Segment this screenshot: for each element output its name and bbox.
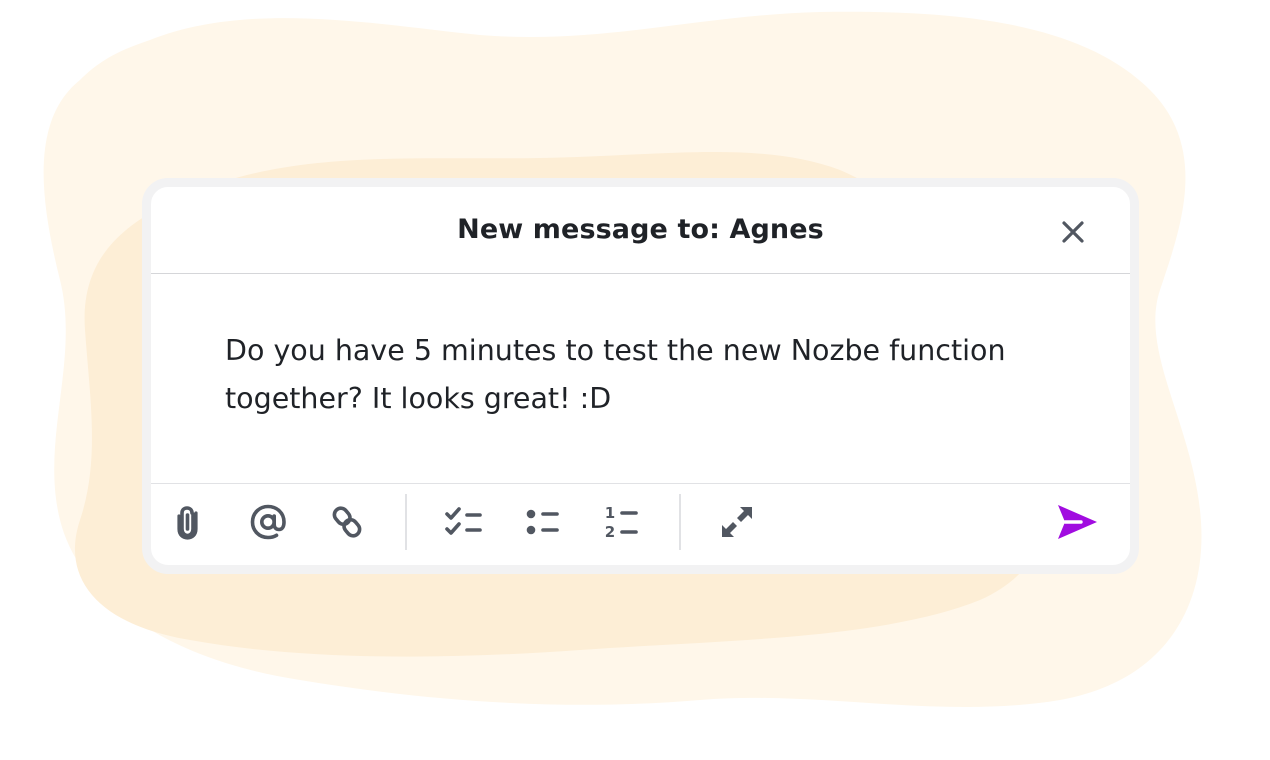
link-icon [332,506,362,538]
message-line-1: Do you have 5 minutes to test the new No… [225,334,1006,367]
toolbar-divider [679,494,681,550]
checklist-icon [445,507,482,535]
message-input[interactable]: Do you have 5 minutes to test the new No… [225,327,1070,423]
toolbar-divider [405,494,407,550]
bullet-list-button[interactable] [519,498,567,546]
numbered-list-numeral-1: 1 [605,504,615,522]
new-message-dialog: New message to: Agnes Do you have 5 minu… [142,178,1139,574]
send-button[interactable] [1052,497,1102,547]
expand-button[interactable] [713,498,761,546]
at-sign-icon [250,504,286,540]
bullet-list-icon [526,509,559,535]
attach-button[interactable] [165,498,213,546]
message-toolbar: 1 2 [151,483,1130,565]
paperclip-icon [177,506,198,540]
link-button[interactable] [323,498,371,546]
send-icon [1058,505,1097,539]
close-icon [1062,221,1084,243]
message-line-2: together? It looks great! :D [225,382,612,415]
numbered-list-icon: 1 2 [605,504,638,541]
numbered-list-numeral-2: 2 [605,523,615,541]
close-button[interactable] [1056,215,1090,249]
checklist-button[interactable] [440,498,488,546]
mention-button[interactable] [244,498,292,546]
expand-arrows-icon [722,507,752,537]
dialog-title: New message to: Agnes [457,214,824,245]
dialog-header: New message to: Agnes [151,187,1130,274]
numbered-list-button[interactable]: 1 2 [598,498,646,546]
